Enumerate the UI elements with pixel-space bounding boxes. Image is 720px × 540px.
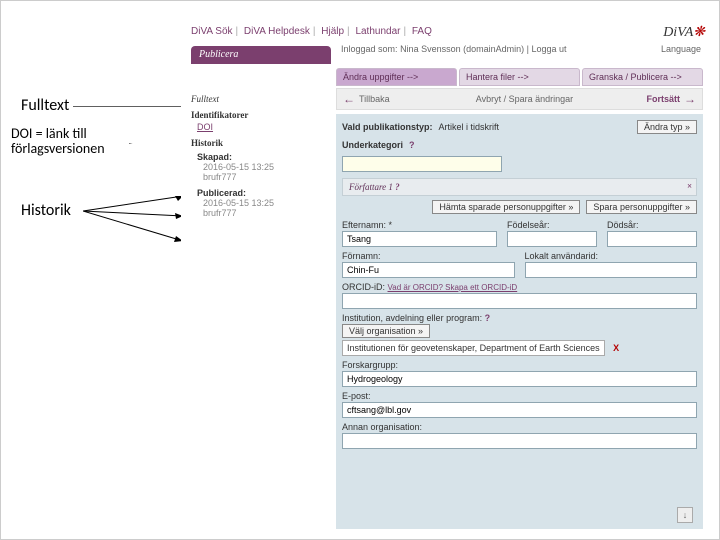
- select-org-button[interactable]: Välj organisation »: [342, 324, 430, 338]
- created-value: 2016-05-15 13:25: [203, 162, 326, 172]
- email-label: E-post:: [342, 391, 697, 401]
- step-tab-2[interactable]: Hantera filer -->: [459, 68, 580, 86]
- help-icon[interactable]: ?: [409, 140, 415, 150]
- published-by: brufr777: [203, 208, 326, 218]
- annotation-doi-line1: DOI = länk till: [11, 126, 105, 141]
- step-tab-3[interactable]: Granska / Publicera -->: [582, 68, 703, 86]
- main-form: Vald publikationstyp: Artikel i tidskrif…: [336, 114, 703, 529]
- deathyear-label: Dödsår:: [607, 220, 697, 230]
- localuserid-input[interactable]: [525, 262, 698, 278]
- orcid-input[interactable]: [342, 293, 697, 309]
- help-icon[interactable]: ?: [485, 313, 491, 323]
- language-link[interactable]: Language: [661, 44, 701, 54]
- diva-panel: DiVA Sök| DiVA Helpdesk| Hjälp| Lathunda…: [181, 26, 711, 534]
- arrow-left-icon: ←: [343, 92, 355, 106]
- tab-publicera[interactable]: Publicera: [191, 46, 331, 64]
- org-chip: Institutionen för geovetenskaper, Depart…: [342, 340, 605, 356]
- save-person-button[interactable]: Spara personuppgifter »: [586, 200, 697, 214]
- lastname-input[interactable]: [342, 231, 497, 247]
- annotation-fulltext: Fulltext: [21, 96, 69, 115]
- firstname-label: Förnamn:: [342, 251, 515, 261]
- pubtype-label: Vald publikationstyp:: [342, 122, 433, 132]
- remove-org-icon[interactable]: X: [613, 343, 619, 353]
- left-panel: Fulltext Identifikatorer DOI Historik Sk…: [191, 88, 326, 218]
- orcid-label: ORCID-iD:: [342, 282, 385, 292]
- add-author-button[interactable]: ↓: [677, 507, 693, 523]
- forward-button[interactable]: Fortsätt→: [622, 92, 702, 106]
- email-input[interactable]: [342, 402, 697, 418]
- annotation-doi: DOI = länk till förlagsversionen: [11, 126, 105, 157]
- lpanel-ident-header: Identifikatorer: [191, 110, 326, 120]
- published-label: Publicerad:: [197, 188, 326, 198]
- firstname-input[interactable]: [342, 262, 515, 278]
- close-icon[interactable]: ×: [687, 181, 692, 191]
- fetch-person-button[interactable]: Hämta sparade personuppgifter »: [432, 200, 580, 214]
- lpanel-hist-header: Historik: [191, 138, 326, 148]
- annotation-doi-line2: förlagsversionen: [11, 141, 105, 156]
- birthyear-input[interactable]: [507, 231, 597, 247]
- action-bar: ←Tillbaka Avbryt / Spara ändringar Forts…: [336, 88, 703, 110]
- created-by: brufr777: [203, 172, 326, 182]
- research-group-label: Forskargrupp:: [342, 360, 697, 370]
- diva-user-meta: Inloggad som: Nina Svensson (domainAdmin…: [341, 44, 567, 54]
- research-group-input[interactable]: [342, 371, 697, 387]
- change-type-button[interactable]: Ändra typ »: [637, 120, 697, 134]
- published-value: 2016-05-15 13:25: [203, 198, 326, 208]
- help-icon[interactable]: ?: [395, 182, 400, 192]
- institution-label: Institution, avdelning eller program: ?: [342, 313, 697, 323]
- annotation-historik: Historik: [21, 201, 71, 220]
- created-label: Skapad:: [197, 152, 326, 162]
- author-section: Författare 1 ? ×: [342, 178, 697, 196]
- topnav-item[interactable]: Hjälp: [321, 26, 344, 37]
- localuserid-label: Lokalt användarid:: [525, 251, 698, 261]
- subcategory-label: Underkategori: [342, 140, 403, 150]
- step-tab-1[interactable]: Ändra uppgifter -->: [336, 68, 457, 86]
- deathyear-input[interactable]: [607, 231, 697, 247]
- other-org-label: Annan organisation:: [342, 422, 697, 432]
- topnav-item[interactable]: Lathundar: [355, 26, 400, 37]
- topnav-item[interactable]: DiVA Helpdesk: [244, 26, 310, 37]
- other-org-input[interactable]: [342, 433, 697, 449]
- marker-arrow-historik: [83, 196, 193, 256]
- lpanel-fulltext-header: Fulltext: [191, 94, 326, 104]
- lastname-label: Efternamn: *: [342, 220, 497, 230]
- topnav-item[interactable]: FAQ: [412, 26, 432, 37]
- back-button[interactable]: ←Tillbaka: [337, 92, 427, 106]
- doi-link[interactable]: DOI: [197, 122, 213, 132]
- diva-logo: DiVA❋: [663, 24, 705, 41]
- diva-topnav: DiVA Sök| DiVA Helpdesk| Hjälp| Lathunda…: [191, 26, 711, 42]
- birthyear-label: Födelseår:: [507, 220, 597, 230]
- pubtype-value: Artikel i tidskrift: [439, 122, 500, 132]
- arrow-right-icon: →: [684, 92, 696, 106]
- cancel-save-link[interactable]: Avbryt / Spara ändringar: [427, 94, 622, 104]
- marker-arrow-fulltext: [73, 106, 193, 118]
- subcategory-input[interactable]: [342, 156, 502, 172]
- topnav-item[interactable]: DiVA Sök: [191, 26, 233, 37]
- step-tabs: Ändra uppgifter --> Hantera filer --> Gr…: [336, 68, 703, 86]
- orcid-help-link[interactable]: Vad är ORCID? Skapa ett ORCID-iD: [388, 283, 518, 292]
- logout-link[interactable]: Logga ut: [531, 44, 566, 54]
